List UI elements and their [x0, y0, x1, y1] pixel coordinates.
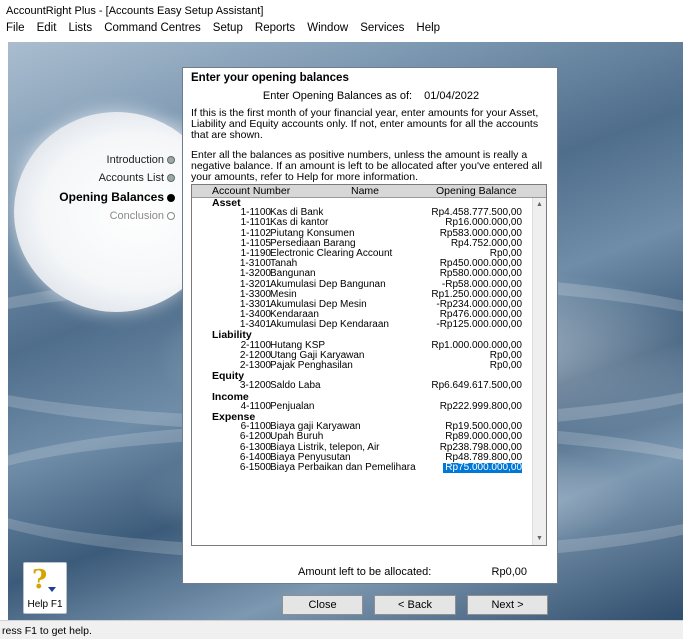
window-title: AccountRight Plus - [Accounts Easy Setup…: [0, 0, 683, 20]
account-name: Pajak Penghasilan: [270, 360, 353, 371]
menu-reports[interactable]: Reports: [255, 22, 295, 34]
step-label: Conclusion: [109, 210, 164, 222]
account-name: Saldo Laba: [270, 380, 321, 392]
account-row[interactable]: 6-1200 Upah Buruh Rp89.000.000,00: [192, 432, 532, 442]
amount-left-value: Rp0,00: [491, 566, 527, 578]
opening-balance-input[interactable]: Rp222.999.800,00: [440, 401, 522, 412]
close-button[interactable]: Close: [282, 595, 363, 615]
account-name: Penjualan: [270, 400, 315, 412]
account-row[interactable]: 6-1500 Biaya Perbaikan dan Pemelihara Rp75…: [192, 461, 532, 474]
opening-balances-panel: Enter your opening balances Enter Openin…: [182, 67, 558, 584]
step-dot-icon: [167, 156, 175, 164]
next-button[interactable]: Next >: [467, 595, 548, 615]
step-conclusion[interactable]: Conclusion: [110, 210, 175, 222]
menu-window[interactable]: Window: [307, 22, 348, 34]
date-value: 01/04/2022: [424, 90, 480, 102]
account-name: Akumulasi Dep Kendaraan: [270, 319, 389, 331]
menu-command-centres[interactable]: Command Centres: [104, 22, 201, 34]
account-number: 6-1500: [239, 461, 271, 473]
step-dot-icon: [167, 194, 175, 202]
column-account-number[interactable]: Account Number: [212, 185, 290, 197]
date-label: Enter Opening Balances as of:: [262, 90, 413, 102]
amount-left-label: Amount left to be allocated:: [298, 566, 432, 578]
opening-balance-input[interactable]: Rp0,00: [490, 360, 522, 371]
wizard-background: Introduction Accounts List Opening Balan…: [8, 42, 683, 620]
panel-heading: Enter your opening balances: [191, 72, 349, 84]
menu-bar: File Edit Lists Command Centres Setup Re…: [0, 22, 683, 40]
account-number: 6-1200: [239, 431, 271, 443]
date-row: Enter Opening Balances as of: 01/04/2022: [183, 90, 559, 102]
account-name: Biaya Perbaikan dan Pemelihara: [270, 461, 416, 473]
dropdown-arrow-icon: [48, 587, 56, 592]
account-name: Upah Buruh: [270, 431, 324, 443]
menu-edit[interactable]: Edit: [37, 22, 57, 34]
account-name: Bangunan: [270, 268, 316, 280]
opening-balance-input[interactable]: -Rp125.000.000,00: [436, 320, 522, 330]
step-accounts-list[interactable]: Accounts List: [99, 172, 175, 184]
column-name[interactable]: Name: [351, 185, 379, 197]
scroll-down-icon[interactable]: ▼: [533, 532, 546, 545]
step-label: Accounts List: [98, 172, 164, 184]
menu-help[interactable]: Help: [416, 22, 440, 34]
scroll-up-icon[interactable]: ▲: [533, 198, 546, 211]
window-title-text: AccountRight Plus - [Accounts Easy Setup…: [6, 5, 264, 17]
instructions-balances: Enter all the balances as positive numbe…: [191, 149, 543, 183]
step-dot-icon: [167, 212, 175, 220]
grid-body: Asset 1-1100 Kas di Bank Rp4.458.777.500,00…: [192, 198, 532, 545]
opening-balance-input[interactable]: Rp89.000.000,00: [445, 432, 522, 442]
grid-header: Account Number Name Opening Balance: [192, 185, 546, 198]
step-label: Opening Balances: [59, 190, 164, 204]
account-number: 1-3200: [239, 268, 271, 280]
opening-balance-input[interactable]: Rp6.649.617.500,00: [431, 381, 522, 391]
instructions-financial-year: If this is the first month of your finan…: [191, 107, 539, 141]
opening-balance-input[interactable]: Rp580.000.000,00: [440, 269, 522, 279]
back-button[interactable]: < Back: [374, 595, 456, 615]
menu-setup[interactable]: Setup: [213, 22, 243, 34]
menu-lists[interactable]: Lists: [68, 22, 92, 34]
grid-scrollbar[interactable]: ▲ ▼: [532, 198, 546, 545]
step-introduction[interactable]: Introduction: [107, 154, 175, 166]
menu-services[interactable]: Services: [360, 22, 404, 34]
help-label: Help F1: [27, 599, 63, 610]
opening-balance-input[interactable]: Rp75.000.000,00: [443, 462, 522, 474]
help-question-icon: ?: [32, 565, 48, 595]
accounts-grid: Account Number Name Opening Balance Asse…: [191, 184, 547, 546]
step-opening-balances[interactable]: Opening Balances: [59, 190, 175, 204]
account-row[interactable]: 1-3200 Bangunan Rp580.000.000,00: [192, 269, 532, 279]
column-opening-balance[interactable]: Opening Balance: [436, 185, 517, 197]
status-bar: ress F1 to get help.: [0, 620, 683, 639]
menu-file[interactable]: File: [6, 22, 25, 34]
status-text: ress F1 to get help.: [2, 625, 92, 637]
help-button[interactable]: ? Help F1: [23, 562, 67, 614]
step-dot-icon: [167, 174, 175, 182]
step-label: Introduction: [106, 154, 164, 166]
